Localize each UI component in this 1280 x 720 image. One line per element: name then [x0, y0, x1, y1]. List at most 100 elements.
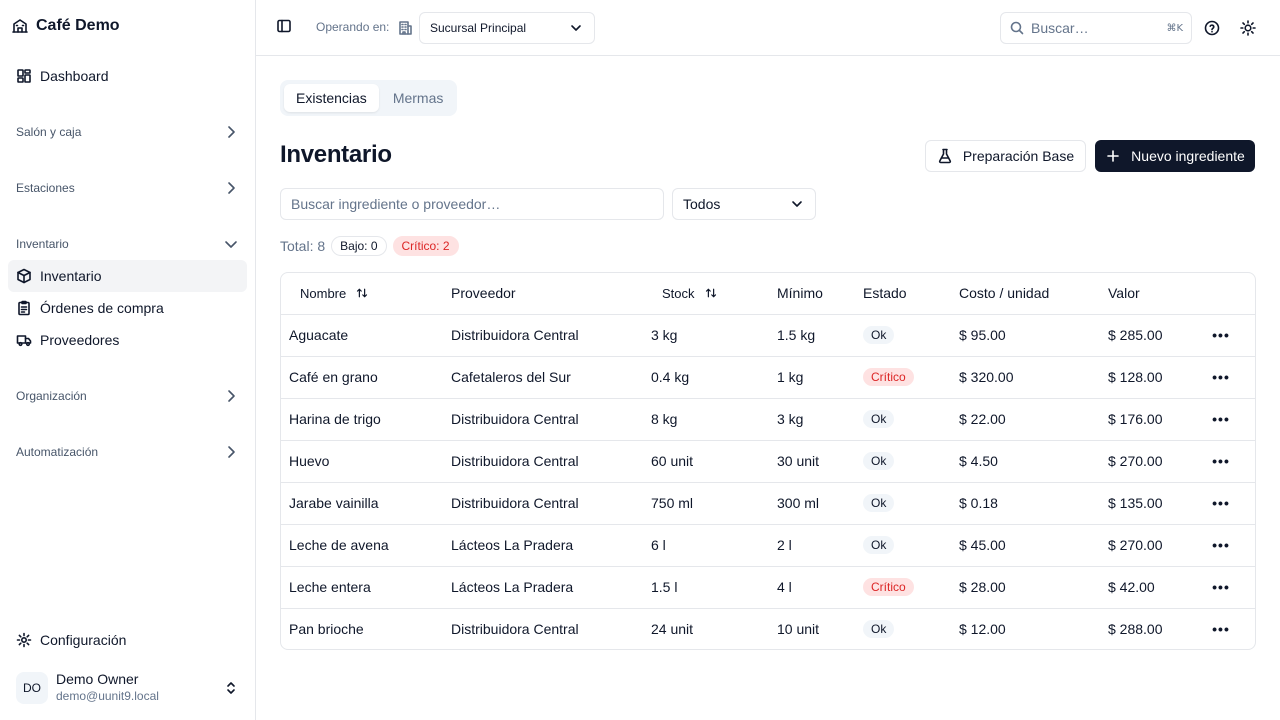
cell-estado: Ok: [855, 314, 951, 357]
status-badge: Crítico: [863, 578, 914, 596]
chevron-down-icon: [789, 196, 805, 212]
page-title: Inventario: [280, 141, 392, 168]
sidebar-toggle-icon[interactable]: [276, 18, 292, 34]
global-search[interactable]: Buscar… ⌘K: [1000, 12, 1192, 44]
dashboard-icon: [16, 68, 32, 84]
sidebar-group-label: Salón y caja: [16, 125, 82, 139]
cell-stock: 60 unit: [643, 440, 769, 483]
tab-mermas[interactable]: Mermas: [381, 84, 456, 112]
add-ingredient-button[interactable]: Nuevo ingrediente: [1095, 140, 1255, 172]
sidebar-group-salon[interactable]: Salón y caja: [8, 118, 247, 146]
cell-proveedor: Distribuidora Central: [443, 440, 643, 483]
sort-nombre-button[interactable]: Nombre: [289, 279, 381, 307]
cell-actions: •••: [1201, 482, 1255, 525]
cell-costo: $ 12.00: [959, 621, 1006, 638]
table-row[interactable]: Harina de trigo Distribuidora Central 8 kg…: [281, 398, 1255, 441]
cell-costo: $ 4.50: [951, 440, 1100, 483]
chevrons-up-down-icon: [223, 680, 239, 696]
brand[interactable]: Café Demo: [12, 14, 120, 38]
search-icon: [1009, 20, 1025, 36]
low-stock-badge: Bajo: 0: [331, 236, 387, 256]
cell-minimo: 1 kg: [769, 356, 855, 399]
tab-existencias[interactable]: Existencias: [284, 84, 379, 112]
cell-nombre: Café en grano: [281, 356, 443, 399]
sidebar-group-automatizacion[interactable]: Automatización: [8, 438, 247, 466]
sidebar-item-label: Configuración: [40, 632, 127, 648]
more-actions-icon[interactable]: •••: [1209, 365, 1233, 389]
search-shortcut: ⌘K: [1166, 22, 1183, 34]
sidebar-group-inventario[interactable]: Inventario: [8, 230, 247, 258]
more-actions-icon[interactable]: •••: [1209, 491, 1233, 515]
sidebar-group-label: Inventario: [16, 237, 69, 251]
cell-valor: $ 135.00: [1100, 482, 1201, 525]
cell-proveedor: Distribuidora Central: [443, 314, 643, 357]
cell-minimo: 1.5 kg: [769, 314, 855, 357]
more-actions-icon[interactable]: •••: [1209, 449, 1233, 473]
table-row[interactable]: Pan brioche Distribuidora Central 24 unit 1…: [281, 608, 1255, 649]
status-filter-select[interactable]: Todos: [672, 188, 816, 220]
cell-estado: Ok: [855, 608, 951, 649]
cell-costo: $ 22.00: [951, 398, 1100, 441]
table-row[interactable]: Café en grano Cafetaleros del Sur 0.4 kg 1 …: [281, 356, 1255, 399]
help-icon[interactable]: [1204, 20, 1220, 36]
more-actions-icon[interactable]: •••: [1209, 407, 1233, 431]
col-label: Stock: [662, 285, 695, 301]
add-ingredient-label: Nuevo ingrediente: [1131, 148, 1245, 164]
sidebar-item-inventario[interactable]: Inventario: [8, 260, 247, 292]
cell-nombre: Harina de trigo: [281, 398, 443, 441]
top-bar: Operando en: Sucursal Principal Buscar… …: [256, 0, 1280, 56]
chevron-down-icon: [223, 236, 239, 252]
branch-select[interactable]: Sucursal Principal: [419, 12, 595, 44]
cell-estado: Ok: [855, 482, 951, 525]
table-row[interactable]: Leche de avena Lácteos La Pradera 6 l2 l Ok…: [281, 524, 1255, 567]
cell-stock: 0.4 kg: [643, 356, 769, 399]
more-actions-icon[interactable]: •••: [1209, 533, 1233, 557]
col-nombre: Nombre: [281, 273, 443, 315]
package-icon: [16, 268, 32, 284]
col-minimo: Mínimo: [769, 273, 855, 315]
status-badge: Ok: [863, 494, 895, 512]
sidebar-item-label: Órdenes de compra: [40, 300, 164, 316]
cell-proveedor: Lácteos La Pradera: [443, 524, 643, 567]
user-email: demo@uunit9.local: [56, 689, 159, 703]
cell-valor: $ 128.00: [1100, 356, 1201, 399]
sun-icon[interactable]: [1240, 20, 1256, 36]
cell-valor: $ 285.00: [1100, 314, 1201, 357]
cell-proveedor: Distribuidora Central: [451, 621, 579, 638]
more-actions-icon[interactable]: •••: [1209, 323, 1233, 347]
status-filter-value: Todos: [683, 196, 721, 212]
chevron-right-icon: [223, 124, 239, 140]
sidebar-item-ordenes[interactable]: Órdenes de compra: [8, 292, 247, 324]
sidebar-item-label: Inventario: [40, 268, 102, 284]
table-row[interactable]: Aguacate Distribuidora Central 3 kg 1.5 kg O…: [281, 314, 1255, 357]
brand-name: Café Demo: [36, 17, 120, 34]
sidebar-item-label: Proveedores: [40, 332, 120, 348]
cell-minimo: 300 ml: [769, 482, 855, 525]
cell-minimo: 2 l: [769, 524, 855, 567]
table-row[interactable]: Jarabe vainilla Distribuidora Central 750 …: [281, 482, 1255, 525]
sort-stock-button[interactable]: Stock: [651, 279, 730, 307]
user-menu[interactable]: DO Demo Owner demo@uunit9.local: [8, 666, 247, 710]
plus-icon: [1105, 148, 1121, 164]
sidebar-item-configuracion[interactable]: Configuración: [8, 624, 247, 656]
cell-nombre: Aguacate: [281, 314, 443, 357]
user-name: Demo Owner: [56, 671, 139, 687]
cell-costo: $ 45.00: [951, 524, 1100, 567]
sidebar-item-dashboard[interactable]: Dashboard: [8, 60, 247, 92]
sidebar-group-organizacion[interactable]: Organización: [8, 382, 247, 410]
cell-nombre: Leche entera: [281, 566, 443, 609]
table-row[interactable]: Huevo Distribuidora Central 60 unit 30 unit…: [281, 440, 1255, 483]
cell-minimo: 3 kg: [769, 398, 855, 441]
table-row[interactable]: Leche entera Lácteos La Pradera 1.5 l4 l Cr…: [281, 566, 1255, 609]
more-actions-icon[interactable]: •••: [1209, 617, 1233, 641]
gear-icon: [16, 632, 32, 648]
cell-valor: $ 176.00: [1100, 398, 1201, 441]
cell-estado: Crítico: [855, 356, 951, 399]
branch-select-value: Sucursal Principal: [430, 21, 527, 35]
sidebar-group-label: Estaciones: [16, 181, 75, 195]
more-actions-icon[interactable]: •••: [1209, 575, 1233, 599]
ingredient-search-input[interactable]: [280, 188, 664, 220]
preparacion-base-button[interactable]: Preparación Base: [925, 140, 1086, 172]
sidebar-group-estaciones[interactable]: Estaciones: [8, 174, 247, 202]
sidebar-item-proveedores[interactable]: Proveedores: [8, 324, 247, 356]
